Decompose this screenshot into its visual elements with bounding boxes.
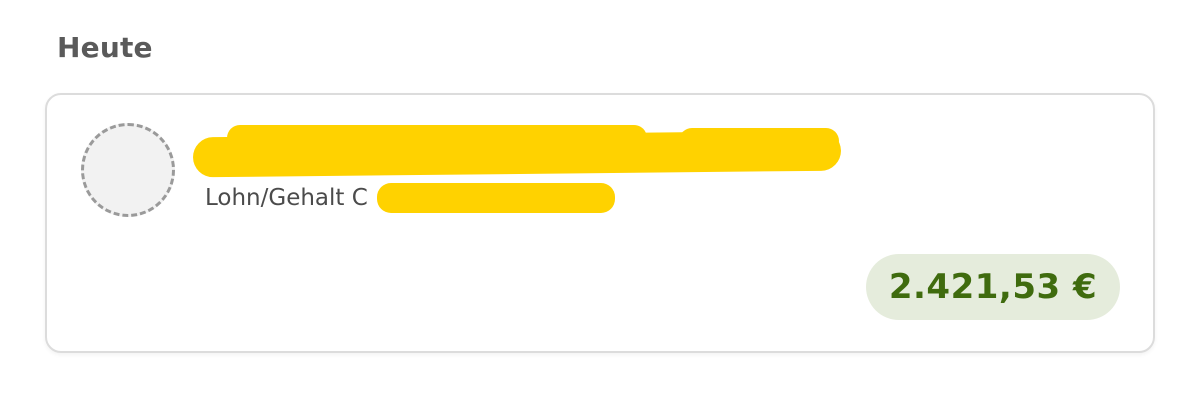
amount-badge: 2.421,53 € [866,254,1120,320]
section-title-today: Heute [57,31,153,64]
placeholder-avatar-icon [81,123,175,217]
transactions-page: Heute M Lohn/Gehalt C 2.421,53 € [0,0,1200,406]
redaction-mark-subtitle [377,183,615,213]
redaction-mark-title-right [679,128,839,154]
transaction-card[interactable]: M Lohn/Gehalt C 2.421,53 € [45,93,1155,353]
transaction-subtitle: Lohn/Gehalt C [205,185,368,211]
redaction-mark-title-top [227,125,647,151]
